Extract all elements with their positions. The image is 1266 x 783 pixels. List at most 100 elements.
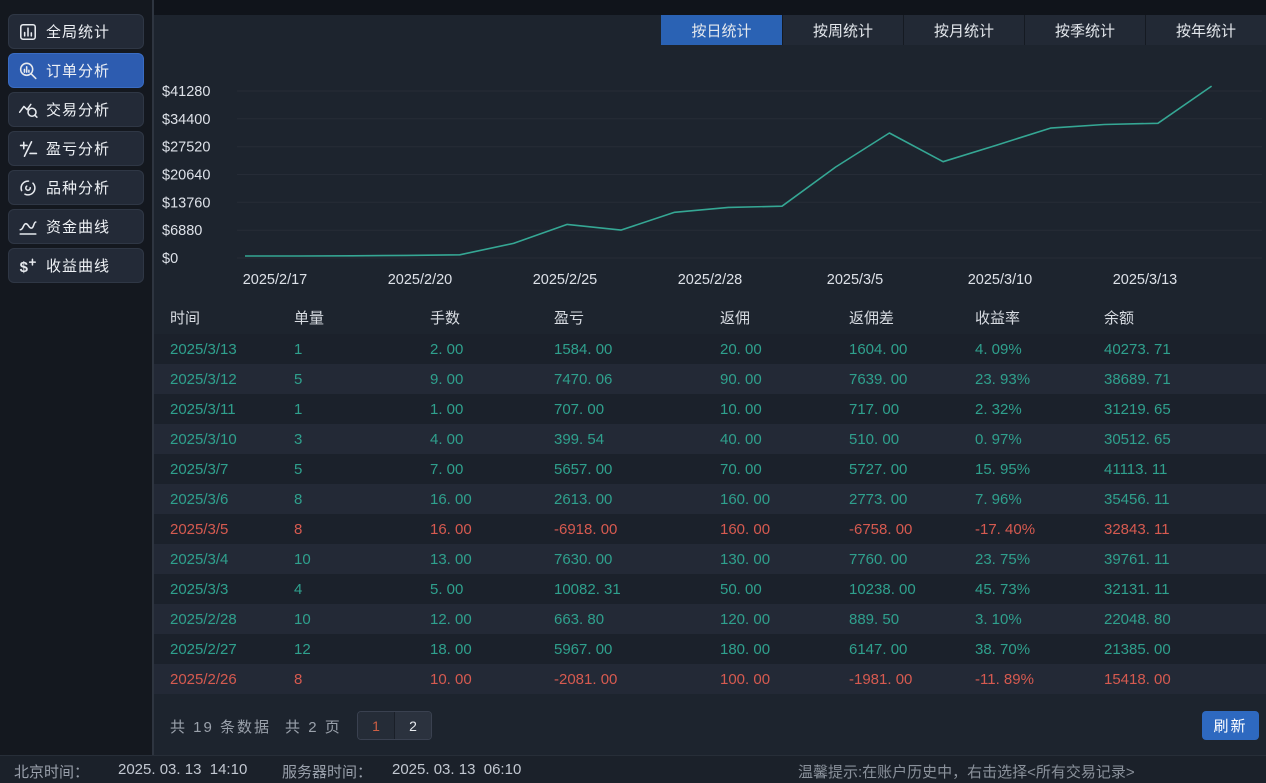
sidebar-item-label: 全局统计 (46, 21, 110, 42)
table-cell: 23. 93% (975, 371, 1104, 388)
table-cell: 22048. 80 (1104, 611, 1266, 628)
table-cell: 2025/2/27 (170, 641, 294, 658)
table-cell: 2025/3/7 (170, 461, 294, 478)
table-cell: 7760. 00 (849, 551, 975, 568)
table-cell: 399. 54 (554, 431, 720, 448)
table-cell: 38. 70% (975, 641, 1104, 658)
sidebar-item-trade-analysis[interactable]: 交易分析 (8, 92, 144, 127)
table-cell: 3. 10% (975, 611, 1104, 628)
table-cell: 5727. 00 (849, 461, 975, 478)
table-cell: 30512. 65 (1104, 431, 1266, 448)
refresh-button[interactable]: 刷新 (1202, 711, 1259, 740)
table-cell: 120. 00 (720, 611, 849, 628)
table-row[interactable]: 2025/3/5816. 00-6918. 00160. 00-6758. 00… (154, 514, 1266, 544)
table-cell: 2025/2/26 (170, 671, 294, 688)
sidebar-item-global-stats[interactable]: 全局统计 (8, 14, 144, 49)
table-cell: 1 (294, 341, 430, 358)
table-cell: 5657. 00 (554, 461, 720, 478)
total-records-text: 共 19 条数据 (170, 719, 271, 736)
table-cell: 6147. 00 (849, 641, 975, 658)
table-row[interactable]: 2025/3/1312. 001584. 0020. 001604. 004. … (154, 334, 1266, 364)
sidebar-item-label: 品种分析 (46, 177, 110, 198)
table-cell: 130. 00 (720, 551, 849, 568)
balance-line-chart: $41280$34400$27520$20640$13760$6880$0202… (154, 60, 1266, 295)
y-axis-tick-label: $0 (162, 251, 178, 267)
table-cell: 2025/3/6 (170, 491, 294, 508)
table-cell: 510. 00 (849, 431, 975, 448)
table-cell: 2025/3/11 (170, 401, 294, 418)
table-cell: 7. 96% (975, 491, 1104, 508)
table-cell: 7630. 00 (554, 551, 720, 568)
table-row[interactable]: 2025/2/271218. 005967. 00180. 006147. 00… (154, 634, 1266, 664)
table-cell: 23. 75% (975, 551, 1104, 568)
table-cell: 4. 00 (430, 431, 554, 448)
table-cell: 15. 95% (975, 461, 1104, 478)
table-cell: 160. 00 (720, 521, 849, 538)
x-axis-tick-label: 2025/2/20 (388, 272, 453, 288)
table-cell: 31219. 65 (1104, 401, 1266, 418)
table-cell: 8 (294, 521, 430, 538)
tab-4[interactable]: 按季统计 (1024, 15, 1145, 45)
table-cell: 50. 00 (720, 581, 849, 598)
table-cell: 2025/3/3 (170, 581, 294, 598)
table-row[interactable]: 2025/3/1259. 007470. 0690. 007639. 0023.… (154, 364, 1266, 394)
table-cell: 16. 00 (430, 491, 554, 508)
column-header: 手数 (430, 307, 554, 328)
table-row[interactable]: 2025/3/345. 0010082. 3150. 0010238. 0045… (154, 574, 1266, 604)
table-cell: 40273. 71 (1104, 341, 1266, 358)
column-header: 收益率 (975, 307, 1104, 328)
daily-stats-table: 时间单量手数盈亏返佣返佣差收益率余额 2025/3/1312. 001584. … (154, 300, 1266, 694)
table-row[interactable]: 2025/3/757. 005657. 0070. 005727. 0015. … (154, 454, 1266, 484)
table-cell: 10238. 00 (849, 581, 975, 598)
table-cell: -1981. 00 (849, 671, 975, 688)
y-axis-tick-label: $13760 (162, 195, 210, 211)
table-cell: 8 (294, 671, 430, 688)
sidebar-item-order-analysis[interactable]: 订单分析 (8, 53, 144, 88)
table-cell: 10 (294, 551, 430, 568)
tab-2[interactable]: 按周统计 (782, 15, 903, 45)
table-cell: 13. 00 (430, 551, 554, 568)
table-cell: 7470. 06 (554, 371, 720, 388)
status-bar: 北京时间： 2025. 03. 13 14:10 服务器时间： 2025. 03… (0, 755, 1266, 783)
table-cell: 5967. 00 (554, 641, 720, 658)
sidebar-item-funds-curve[interactable]: 资金曲线 (8, 209, 144, 244)
table-row[interactable]: 2025/3/1111. 00707. 0010. 00717. 002. 32… (154, 394, 1266, 424)
beijing-time-value: 2025. 03. 13 14:10 (118, 761, 247, 778)
table-cell: 160. 00 (720, 491, 849, 508)
beijing-time-label: 北京时间： (14, 761, 89, 782)
total-pages-text: 共 2 页 (285, 719, 342, 736)
sidebar-item-label: 盈亏分析 (46, 138, 110, 159)
table-row[interactable]: 2025/3/6816. 002613. 00160. 002773. 007.… (154, 484, 1266, 514)
tab-3[interactable]: 按月统计 (903, 15, 1024, 45)
table-cell: 663. 80 (554, 611, 720, 628)
pagination-summary: 共 19 条数据共 2 页 (170, 716, 356, 737)
page-button-2[interactable]: 2 (395, 712, 431, 739)
x-axis-tick-label: 2025/3/10 (968, 272, 1033, 288)
table-cell: 16. 00 (430, 521, 554, 538)
table-cell: 1584. 00 (554, 341, 720, 358)
x-axis-tick-label: 2025/3/13 (1113, 272, 1178, 288)
tab-1[interactable]: 按日统计 (661, 15, 782, 45)
table-cell: 41113. 11 (1104, 461, 1266, 478)
table-row[interactable]: 2025/2/26810. 00-2081. 00100. 00-1981. 0… (154, 664, 1266, 694)
trade-analysis-icon (18, 100, 38, 120)
sidebar-item-symbol-analysis[interactable]: 品种分析 (8, 170, 144, 205)
table-row[interactable]: 2025/3/1034. 00399. 5440. 00510. 000. 97… (154, 424, 1266, 454)
table-cell: 9. 00 (430, 371, 554, 388)
period-tabs: 按日统计按周统计按月统计按季统计按年统计 (661, 15, 1266, 45)
table-cell: 707. 00 (554, 401, 720, 418)
y-axis-tick-label: $34400 (162, 112, 210, 128)
x-axis-tick-label: 2025/2/28 (678, 272, 743, 288)
table-row[interactable]: 2025/3/41013. 007630. 00130. 007760. 002… (154, 544, 1266, 574)
sidebar-item-pnl-analysis[interactable]: 盈亏分析 (8, 131, 144, 166)
sidebar-item-label: 订单分析 (46, 60, 110, 81)
table-row[interactable]: 2025/2/281012. 00663. 80120. 00889. 503.… (154, 604, 1266, 634)
tab-5[interactable]: 按年统计 (1145, 15, 1266, 45)
page-button-1[interactable]: 1 (358, 712, 394, 739)
table-cell: 2025/2/28 (170, 611, 294, 628)
symbol-analysis-icon (18, 178, 38, 198)
table-cell: 5 (294, 461, 430, 478)
table-cell: 32131. 11 (1104, 581, 1266, 598)
table-cell: 90. 00 (720, 371, 849, 388)
sidebar-item-profit-curve[interactable]: $收益曲线 (8, 248, 144, 283)
